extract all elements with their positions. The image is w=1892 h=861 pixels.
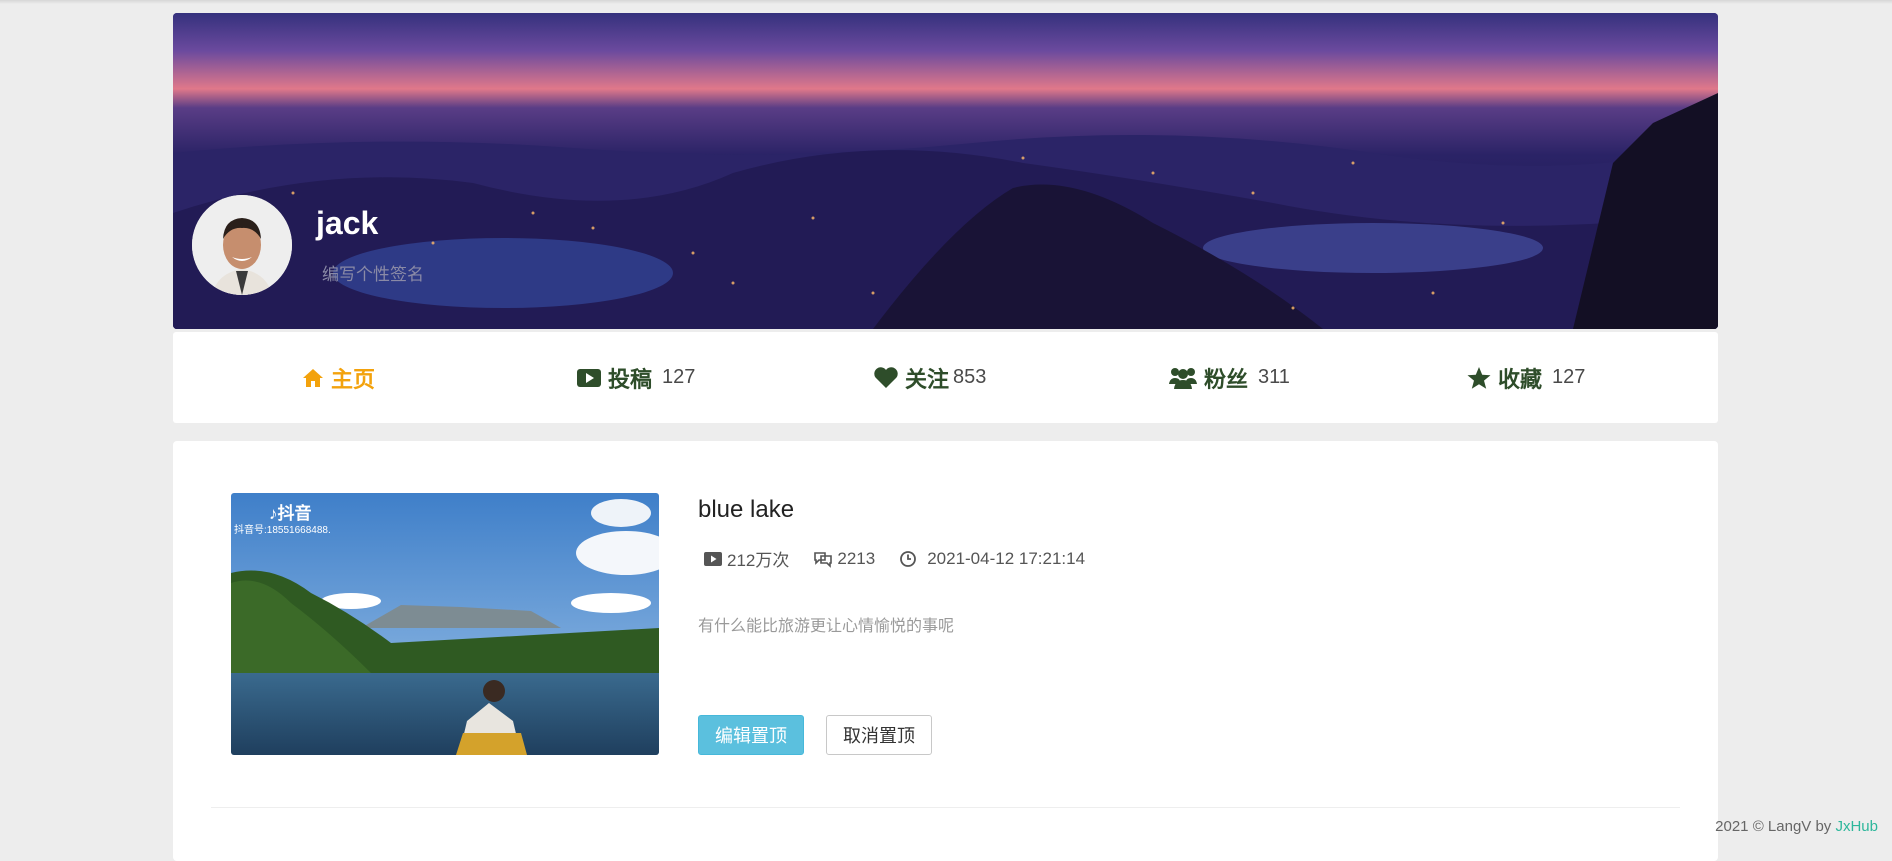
video-play-icon xyxy=(577,368,601,387)
username: jack xyxy=(316,205,379,241)
edit-pin-button[interactable]: 编辑置顶 xyxy=(698,715,804,755)
nav-following-count: 853 xyxy=(953,366,987,388)
upload-date: 2021-04-12 17:21:14 xyxy=(927,548,1086,568)
nav-fans-label: 粉丝 xyxy=(1204,366,1249,392)
views-count: 212万次 xyxy=(727,551,790,570)
pinned-video-card: ♪抖音 抖音号:18551668488. blue lake 212万次 221… xyxy=(173,441,1718,861)
nav-favorites-label: 收藏 xyxy=(1498,366,1543,392)
profile-nav: 主页 投稿 127 关注 853 粉丝 311 收藏 127 xyxy=(173,332,1718,423)
divider xyxy=(211,807,1680,808)
nav-fans-count: 311 xyxy=(1258,366,1290,388)
avatar-portrait-image xyxy=(192,195,292,295)
video-title[interactable]: blue lake xyxy=(698,496,794,524)
date-stat: 2021-04-12 17:21:14 xyxy=(899,549,1085,569)
heart-icon xyxy=(874,366,898,388)
footer: 2021 © LangV by JxHub xyxy=(1715,818,1878,835)
nav-posts[interactable]: 投稿 127 xyxy=(576,332,695,423)
video-description: 有什么能比旅游更让心情愉悦的事呢 xyxy=(698,618,955,635)
star-icon xyxy=(1467,366,1491,389)
thumbnail-watermark-id: 抖音号:18551668488. xyxy=(234,525,331,536)
clock-icon xyxy=(900,550,917,567)
footer-copyright: 2021 © LangV by xyxy=(1715,818,1836,835)
home-icon xyxy=(303,368,323,387)
nav-favorites[interactable]: 收藏 127 xyxy=(1466,332,1585,423)
avatar[interactable] xyxy=(192,195,292,295)
nav-home[interactable]: 主页 xyxy=(301,332,375,423)
signature-edit-link[interactable]: 编写个性签名 xyxy=(322,260,424,285)
users-icon xyxy=(1169,367,1197,389)
nav-home-label: 主页 xyxy=(331,366,376,392)
top-shadow xyxy=(0,0,1892,4)
nav-following-label: 关注 xyxy=(905,366,950,392)
comments-stat: 2213 xyxy=(813,549,875,569)
comments-icon xyxy=(814,551,833,568)
nav-posts-count: 127 xyxy=(662,366,696,388)
nav-posts-label: 投稿 xyxy=(608,366,653,392)
views-stat: 212万次 xyxy=(703,546,789,571)
nav-fans[interactable]: 粉丝 311 xyxy=(1168,332,1290,423)
video-meta: 212万次 2213 2021-04-12 17:21:14 xyxy=(703,546,1109,571)
video-thumbnail[interactable]: ♪抖音 抖音号:18551668488. xyxy=(231,493,659,755)
nav-favorites-count: 127 xyxy=(1552,366,1586,388)
comments-count: 2213 xyxy=(837,548,876,568)
footer-jxhub-link[interactable]: JxHub xyxy=(1835,818,1878,835)
profile-banner: jack 编写个性签名 xyxy=(173,13,1718,329)
nav-following[interactable]: 关注 853 xyxy=(873,332,986,423)
cancel-pin-button[interactable]: 取消置顶 xyxy=(826,715,932,755)
video-play-icon xyxy=(704,551,722,566)
